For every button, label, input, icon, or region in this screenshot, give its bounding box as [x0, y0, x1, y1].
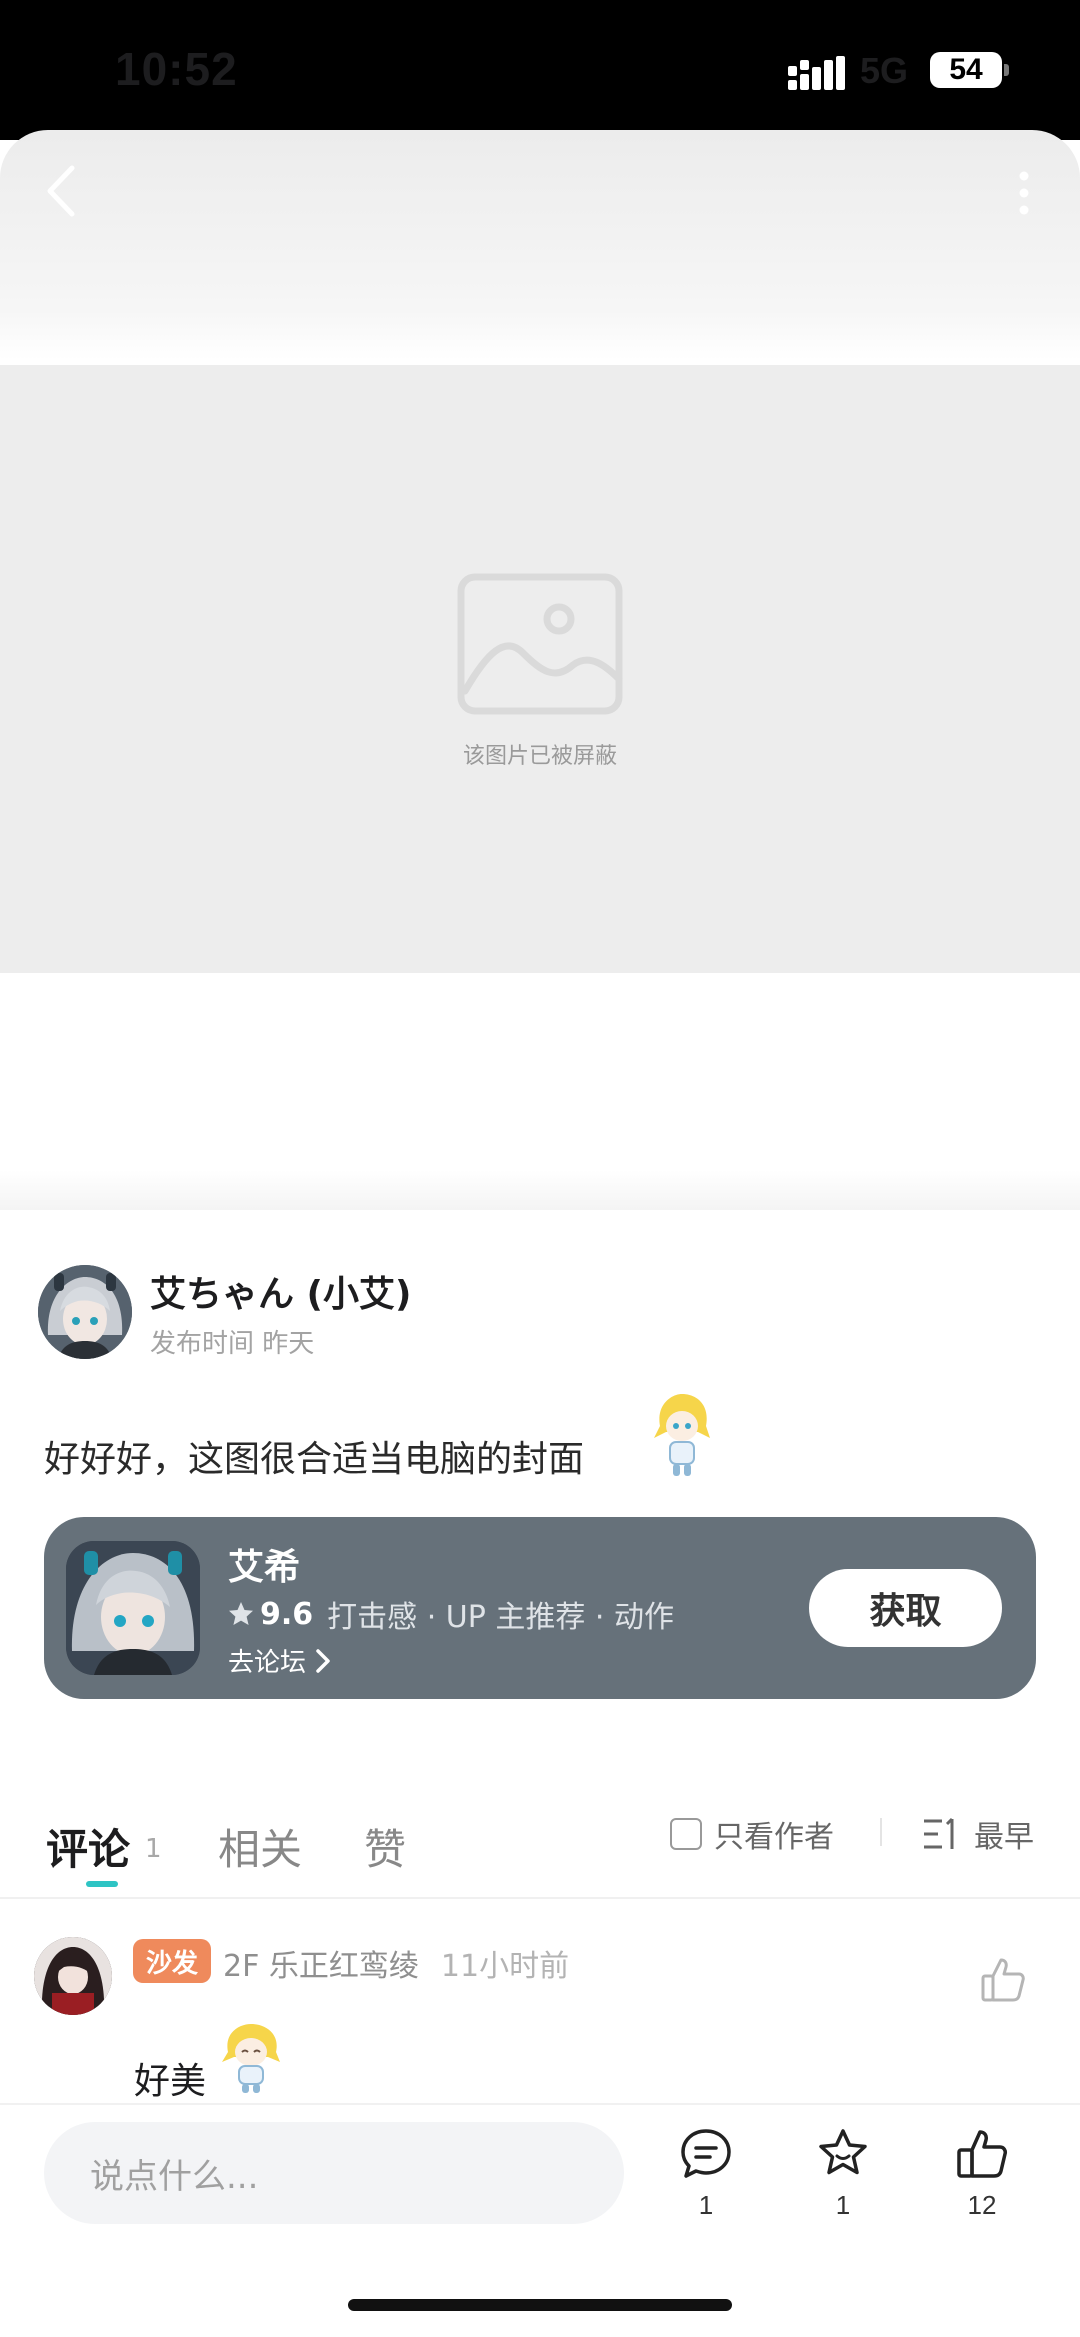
sticker-icon: [222, 2024, 280, 2093]
game-name[interactable]: 艾希: [228, 1538, 300, 1590]
sofa-badge: 沙发: [133, 1939, 211, 1983]
signal-icon: [788, 56, 845, 90]
chevron-right-icon: [316, 1648, 330, 1673]
avatar-portrait-icon: [34, 1937, 112, 2015]
thumbs-up-icon[interactable]: [979, 1956, 1027, 2004]
battery-tip: [1004, 64, 1009, 76]
sort-icon: [924, 1817, 954, 1849]
post-text: 好好好，这图很合适当电脑的封面: [44, 1439, 585, 1480]
game-tags: 打击感 · UP 主推荐 · 动作: [327, 1600, 674, 1635]
author-only-toggle[interactable]: 只看作者: [670, 1812, 834, 1856]
divider: [0, 1897, 1080, 1899]
comment-text: 好美: [134, 2061, 207, 2102]
divider: [880, 1818, 882, 1846]
game-meta: 9.6 打击感 · UP 主推荐 · 动作: [228, 1592, 674, 1636]
status-time: 10:52: [115, 43, 238, 95]
more-icon[interactable]: [1006, 168, 1042, 218]
tab-active-indicator: [86, 1881, 118, 1887]
game-icon[interactable]: [66, 1541, 200, 1675]
like-action[interactable]: 12: [942, 2126, 1022, 2221]
comment-count: 1: [698, 2190, 714, 2220]
post-time: 发布时间 昨天: [150, 1329, 315, 1359]
tab-related[interactable]: 相关: [218, 1816, 302, 1877]
get-button[interactable]: 获取: [809, 1569, 1002, 1647]
comment-input[interactable]: 说点什么...: [44, 2122, 624, 2224]
tab-likes[interactable]: 赞: [364, 1816, 406, 1877]
comment-meta: 2F 乐正红鸾绫 11小时前: [223, 1941, 569, 1985]
sticker-icon: [654, 1394, 710, 1476]
comment-action[interactable]: 1: [666, 2126, 746, 2221]
tab-comments[interactable]: 评论: [46, 1816, 130, 1877]
commenter-avatar[interactable]: [34, 1937, 112, 2015]
blocked-text: 该图片已被屏蔽: [462, 744, 617, 769]
game-art-icon: [66, 1541, 200, 1675]
home-indicator: [348, 2299, 732, 2311]
forum-link-label: 去论坛: [228, 1648, 307, 1678]
sort-label: 最早: [974, 1820, 1034, 1855]
sort-button[interactable]: 最早: [922, 1812, 1034, 1856]
comment-time: 11小时前: [440, 1949, 570, 1984]
tab-comments-count: 1: [145, 1834, 162, 1864]
favorite-count: 1: [835, 2190, 851, 2220]
author-name[interactable]: 艾ちゃん (小艾): [150, 1265, 411, 1317]
star-icon: [229, 1602, 253, 1625]
forum-link[interactable]: 去论坛: [228, 1642, 334, 1679]
author-only-label: 只看作者: [714, 1820, 834, 1855]
author-only-checkbox[interactable]: [670, 1818, 702, 1850]
battery-icon: 54: [930, 52, 1002, 88]
commenter-name[interactable]: 2F 乐正红鸾绫: [223, 1949, 419, 1984]
game-score: 9.6: [260, 1596, 314, 1632]
network-label: 5G: [860, 50, 909, 91]
thumbs-up-icon: [957, 2130, 1007, 2178]
favorite-action[interactable]: 1: [803, 2126, 883, 2221]
like-count: 12: [967, 2190, 997, 2220]
comment-icon: [681, 2129, 731, 2178]
back-icon[interactable]: [38, 162, 90, 220]
author-avatar[interactable]: [38, 1265, 132, 1359]
image-placeholder-icon: [457, 573, 623, 715]
star-icon: [819, 2129, 867, 2175]
avatar-portrait-icon: [38, 1265, 132, 1359]
